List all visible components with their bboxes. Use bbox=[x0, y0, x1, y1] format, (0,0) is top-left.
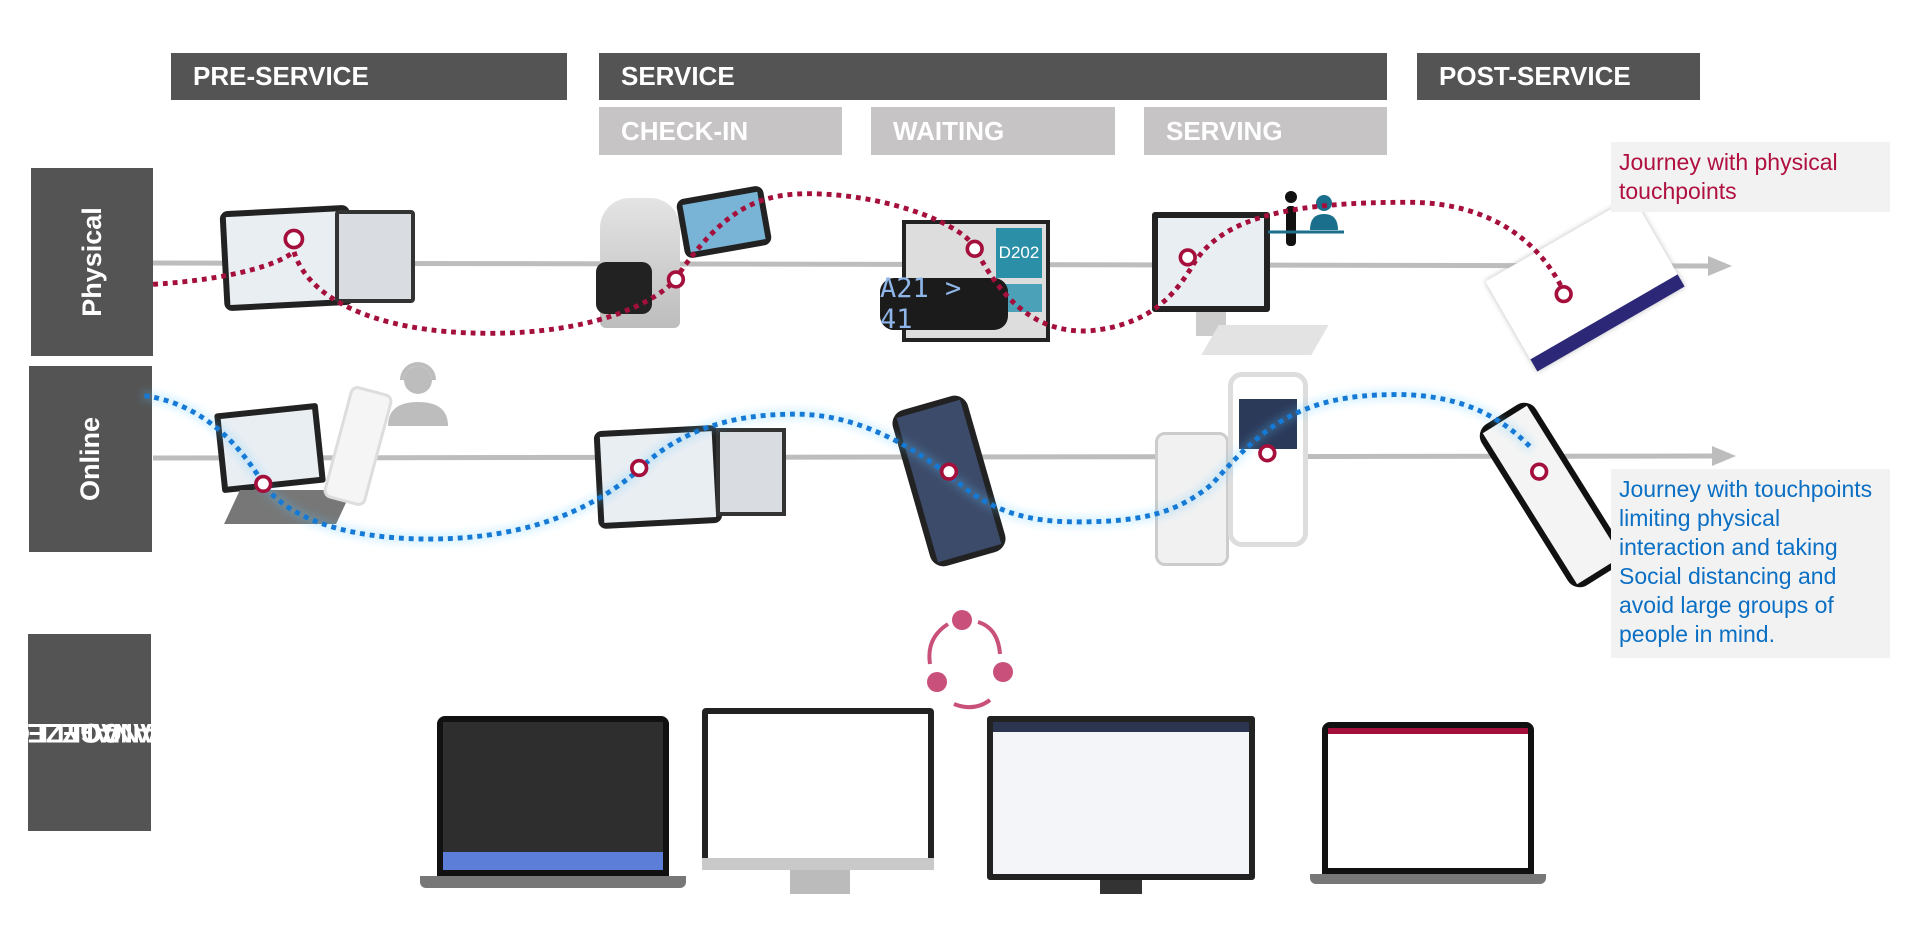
monitor-chin bbox=[702, 858, 934, 870]
physical-journey-path bbox=[152, 191, 1568, 336]
laptop-base-1 bbox=[420, 876, 686, 888]
analytics-monitor bbox=[987, 716, 1255, 880]
journey-paths bbox=[144, 191, 1573, 542]
online-touchpoint-markers bbox=[254, 444, 1549, 494]
customer-feedback-monitor bbox=[702, 708, 934, 868]
monitor-stand-2 bbox=[1100, 880, 1142, 894]
monitor-stand bbox=[790, 870, 850, 894]
physical-journey-note: Journey with physical touchpoints bbox=[1611, 142, 1890, 212]
online-journey-note: Journey with touchpoints limiting physic… bbox=[1611, 469, 1890, 658]
physical-touchpoint-markers bbox=[283, 228, 1573, 304]
online-journey-path bbox=[144, 392, 1533, 542]
report-laptop bbox=[1322, 722, 1534, 874]
laptop-base-2 bbox=[1310, 874, 1546, 884]
dashboard-laptop-1 bbox=[437, 716, 669, 876]
